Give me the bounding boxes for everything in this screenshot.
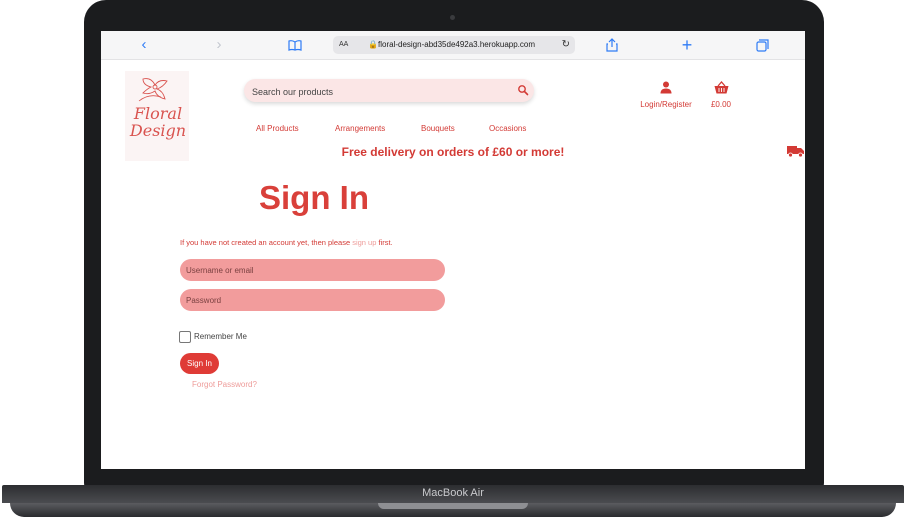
nav-bouquets[interactable]: Bouquets xyxy=(421,124,455,133)
cart-link[interactable]: £0.00 xyxy=(705,81,737,109)
user-icon xyxy=(660,81,672,94)
basket-icon xyxy=(714,81,728,94)
nav-occasions[interactable]: Occasions xyxy=(489,124,526,133)
search-input[interactable] xyxy=(250,79,514,104)
laptop-notch xyxy=(378,503,528,509)
camera xyxy=(450,15,455,20)
search-icon[interactable] xyxy=(516,83,530,97)
page-title: Sign In xyxy=(259,179,369,216)
nav-arrangements[interactable]: Arrangements xyxy=(335,124,385,133)
truck-icon xyxy=(787,146,804,158)
logo-text: Floral Design xyxy=(128,105,188,139)
signup-note-prefix: If you have not created an account yet, … xyxy=(180,238,353,247)
book-icon[interactable] xyxy=(285,36,305,54)
delivery-banner: Free delivery on orders of £60 or more! xyxy=(341,145,565,159)
flower-icon xyxy=(138,78,168,102)
signup-link[interactable]: sign up xyxy=(352,238,376,247)
cart-total: £0.00 xyxy=(710,100,732,109)
new-tab-icon[interactable]: + xyxy=(677,36,697,54)
signup-note: If you have not created an account yet, … xyxy=(180,238,393,247)
remember-me-label[interactable]: Remember Me xyxy=(194,332,247,341)
signup-note-suffix: first. xyxy=(376,238,393,247)
sign-in-button[interactable]: Sign In xyxy=(180,353,219,374)
password-field[interactable] xyxy=(180,289,445,311)
forgot-password-link[interactable]: Forgot Password? xyxy=(192,380,257,389)
tabs-icon[interactable] xyxy=(752,36,772,54)
forward-icon[interactable]: › xyxy=(209,36,229,54)
nav-all-products[interactable]: All Products xyxy=(256,124,299,133)
browser-toolbar: ‹ › AA 🔒 floral-design-abd35de492a3.hero… xyxy=(101,31,805,60)
share-icon[interactable] xyxy=(602,36,622,54)
lock-icon: 🔒 xyxy=(368,40,378,49)
device-label: MacBook Air xyxy=(422,487,484,499)
username-field[interactable] xyxy=(180,259,445,281)
url-text: floral-design-abd35de492a3.herokuapp.com xyxy=(378,40,535,49)
search-bar xyxy=(244,79,534,104)
address-bar[interactable]: AA 🔒 floral-design-abd35de492a3.herokuap… xyxy=(333,36,575,54)
account-label: Login/Register xyxy=(640,100,692,109)
back-icon[interactable]: ‹ xyxy=(134,36,154,54)
remember-me-checkbox[interactable] xyxy=(179,331,191,343)
reader-aa-button[interactable]: AA xyxy=(339,36,348,54)
browser-screen: ‹ › AA 🔒 floral-design-abd35de492a3.hero… xyxy=(101,31,805,469)
logo-line-2: Design xyxy=(129,121,187,140)
laptop-base: MacBook Air xyxy=(2,485,904,517)
reload-icon[interactable]: ↻ xyxy=(562,36,570,54)
account-link[interactable]: Login/Register xyxy=(634,81,698,109)
